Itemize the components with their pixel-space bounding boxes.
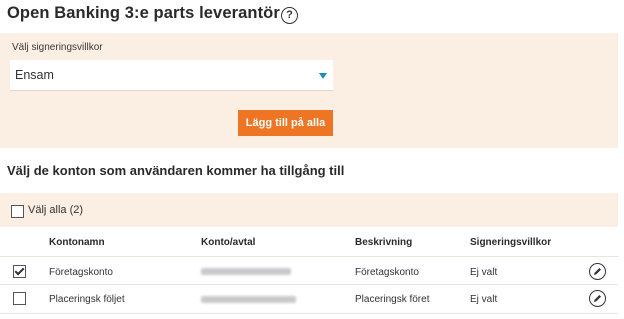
signing-select-value: Ensam [15, 68, 54, 82]
select-all-checkbox[interactable] [11, 205, 24, 218]
page-title: Open Banking 3:e parts leverantör [7, 4, 280, 22]
edit-icon[interactable] [589, 290, 606, 307]
signing-label: Välj signeringsvillkor [12, 42, 103, 53]
row-divider [0, 313, 618, 314]
column-header-description: Beskrivning [355, 237, 413, 248]
accounts-section-title: Välj de konton som användaren kommer ha … [7, 163, 345, 178]
select-all-label: Välj alla (2) [28, 204, 84, 216]
row-checkbox[interactable] [13, 292, 26, 305]
column-header-account-name: Kontonamn [49, 237, 105, 248]
row-account-name: Företagskonto [49, 267, 113, 278]
help-icon[interactable]: ? [281, 7, 298, 24]
add-to-all-button[interactable]: Lägg till på alla [238, 110, 333, 136]
row-account-number-redacted [201, 296, 296, 303]
signing-select[interactable]: Ensam [10, 60, 333, 91]
row-account-number-redacted [201, 268, 291, 275]
select-all-bar [0, 193, 618, 227]
row-signing: Ej valt [470, 267, 498, 278]
chevron-down-icon [319, 73, 327, 79]
row-description: Placeringsk föret [355, 294, 430, 305]
row-signing: Ej valt [470, 294, 498, 305]
edit-icon[interactable] [589, 263, 606, 280]
row-account-name: Placeringsk följet [49, 294, 125, 305]
row-divider [0, 284, 618, 285]
header-divider [0, 256, 618, 257]
column-header-account-agreement: Konto/avtal [201, 237, 256, 248]
row-description: Företagskonto [355, 267, 419, 278]
column-header-signing: Signeringsvillkor [470, 237, 552, 248]
checkmark-icon [14, 265, 25, 276]
row-checkbox[interactable] [13, 265, 26, 278]
